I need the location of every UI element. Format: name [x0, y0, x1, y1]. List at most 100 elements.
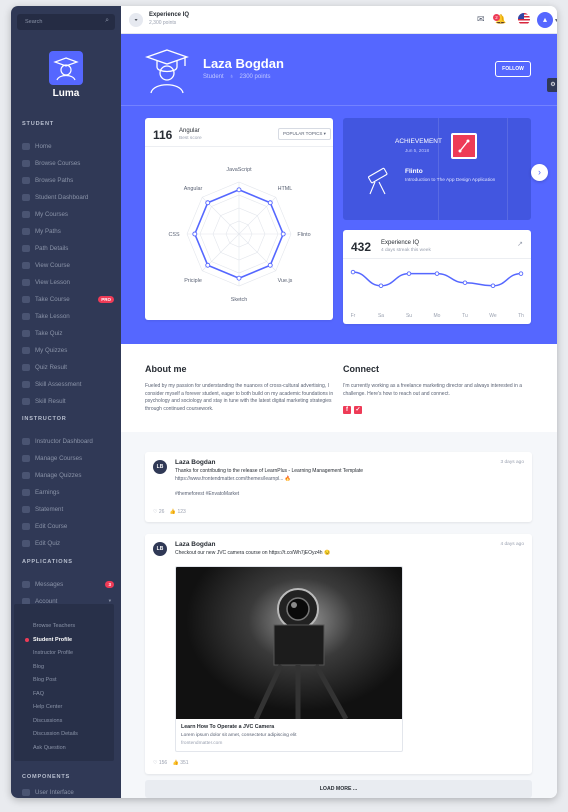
- sidebar-item-edit-course[interactable]: Edit Course: [22, 520, 114, 532]
- iq-score: 432: [351, 240, 372, 254]
- sidebar-item-quiz-result[interactable]: Quiz Result: [22, 361, 114, 373]
- search-input[interactable]: Search ⌕: [17, 14, 115, 30]
- topbar-subtitle: 2,300 points: [149, 20, 177, 26]
- sidebar-item-my-quizzes[interactable]: My Quizzes: [22, 344, 114, 356]
- sidebar-item-student-dashboard[interactable]: Student Dashboard: [22, 191, 114, 203]
- sidebar-item-instructor-dashboard[interactable]: Instructor Dashboard: [22, 435, 114, 447]
- facebook-icon[interactable]: f: [343, 406, 351, 414]
- user-menu-avatar[interactable]: ▴: [537, 12, 553, 28]
- iq-point: [462, 280, 468, 285]
- radar-point: [192, 231, 198, 237]
- sidebar-item-my-courses[interactable]: My Courses: [22, 208, 114, 220]
- post-stats: ♡ 26 👍 123: [153, 509, 186, 515]
- sidebar-subitem-faq[interactable]: FAQ: [33, 691, 44, 697]
- sidebar-item-home[interactable]: Home: [22, 140, 114, 152]
- post-tags[interactable]: #themeforest #EnvatoMarket: [175, 491, 239, 499]
- manage-quizzes-icon: [22, 471, 30, 479]
- edit-course-icon: [22, 522, 30, 530]
- iq-avatar-icon[interactable]: ◒: [129, 13, 143, 27]
- sidebar-item-skill-assessment[interactable]: Skill Assessment: [22, 378, 114, 390]
- notification-count: 2: [493, 14, 500, 21]
- heart-icon[interactable]: ♡: [153, 760, 157, 766]
- sidebar-item-manage-quizzes[interactable]: Manage Quizzes: [22, 469, 114, 481]
- popular-topics-dropdown[interactable]: POPULAR TOPICS ▾: [278, 128, 331, 140]
- divider: [343, 258, 531, 259]
- sidebar-item-edit-quiz[interactable]: Edit Quiz: [22, 537, 114, 549]
- sidebar-subitem-discussions[interactable]: Discussions: [33, 718, 62, 724]
- sidebar-item-manage-courses[interactable]: Manage Courses: [22, 452, 114, 464]
- post-author[interactable]: Laza Bogdan: [175, 459, 215, 466]
- profile-name: Laza Bogdan: [203, 56, 284, 71]
- avatar[interactable]: LB: [153, 542, 167, 556]
- iq-day-label: Sa: [378, 313, 384, 319]
- language-flag-icon[interactable]: [518, 13, 530, 25]
- sidebar-item-view-course[interactable]: View Course: [22, 259, 114, 271]
- activity-feed: LB Laza Bogdan 3 days ago Thanks for con…: [121, 432, 557, 798]
- iq-day-label: Mo: [434, 313, 441, 319]
- follow-button[interactable]: FOLLOW: [495, 61, 531, 77]
- sidebar-subitem-browse-teachers[interactable]: Browse Teachers: [33, 623, 75, 629]
- brand-name: Luma: [52, 88, 80, 99]
- profile-meta: Student ♁ 2300 points: [203, 74, 271, 80]
- telescope-icon: [368, 167, 388, 195]
- ui-icon: [22, 788, 30, 796]
- gear-icon[interactable]: ⚙: [547, 78, 557, 92]
- sidebar-subitem-blog-post[interactable]: Blog Post: [33, 677, 57, 683]
- graduate-icon: [53, 57, 79, 81]
- sidebar-subitem-discussion-details[interactable]: Discussion Details: [33, 731, 78, 737]
- sidebar-item-user-interface[interactable]: User Interface: [22, 786, 114, 798]
- mail-icon[interactable]: ✉: [477, 14, 485, 25]
- load-more-button[interactable]: LOAD MORE ...: [145, 780, 532, 798]
- sidebar-item-my-paths[interactable]: My Paths: [22, 225, 114, 237]
- chevron-right-icon[interactable]: ›: [531, 164, 548, 181]
- home-icon: [22, 142, 30, 150]
- iq-point: [378, 283, 384, 289]
- my-paths-icon: [22, 227, 30, 235]
- like-count: 156: [158, 760, 168, 766]
- sidebar-item-path-details[interactable]: Path Details: [22, 242, 114, 254]
- sidebar-subitem-ask-question[interactable]: Ask Question: [33, 745, 66, 751]
- profile-role: Student: [203, 74, 224, 80]
- iq-day-label: Fr: [351, 313, 356, 319]
- app-window: Search ⌕ Luma STUDENT Home Browse Courses…: [11, 6, 557, 798]
- thumbs-up-icon[interactable]: 👍: [173, 760, 179, 766]
- topbar-title: Experience IQ: [149, 12, 190, 18]
- iq-point: [434, 271, 440, 276]
- sidebar-item-take-course[interactable]: Take Course PRO: [22, 293, 114, 305]
- avatar[interactable]: LB: [153, 460, 167, 474]
- radar-point: [236, 187, 242, 193]
- sidebar-item-view-lesson[interactable]: View Lesson: [22, 276, 114, 288]
- sidebar-item-label: Student Dashboard: [35, 193, 89, 201]
- sidebar-subitem-blog[interactable]: Blog: [33, 664, 44, 670]
- thumbs-up-icon[interactable]: 👍: [170, 509, 176, 515]
- post-link[interactable]: https://www.frontendmatter.com/themes/le…: [175, 476, 291, 484]
- sidebar-item-take-lesson[interactable]: Take Lesson: [22, 310, 114, 322]
- brand-logo[interactable]: [49, 51, 83, 85]
- sidebar-item-skill-result[interactable]: Skill Result: [22, 395, 114, 407]
- points-icon: ♁: [229, 74, 234, 80]
- media-title: Learn How To Operate a JVC Camera: [181, 724, 275, 730]
- heart-icon[interactable]: ♡: [153, 509, 157, 515]
- sidebar-item-take-quiz[interactable]: Take Quiz: [22, 327, 114, 339]
- media-desc: Lorem ipsum dolor sit amet, consectetur …: [181, 733, 297, 738]
- sidebar-item-browse-courses[interactable]: Browse Courses: [22, 157, 114, 169]
- twitter-icon[interactable]: ✓: [354, 406, 362, 414]
- sidebar-item-earnings[interactable]: Earnings: [22, 486, 114, 498]
- post-author[interactable]: Laza Bogdan: [175, 541, 215, 548]
- sidebar-item-label: Skill Result: [35, 397, 66, 405]
- sidebar-item-statement[interactable]: Statement: [22, 503, 114, 515]
- profile-hero: Laza Bogdan Student ♁ 2300 points FOLLOW…: [121, 34, 557, 344]
- sidebar-item-messages[interactable]: Messages 3: [22, 578, 114, 590]
- chevron-down-icon[interactable]: ▾: [555, 17, 557, 24]
- iq-title: Experience IQ: [381, 240, 420, 246]
- media-card[interactable]: Learn How To Operate a JVC Camera Lorem …: [175, 566, 403, 752]
- messages-badge: 3: [105, 580, 114, 588]
- sidebar-item-label: Browse Paths: [35, 176, 74, 184]
- iq-point: [406, 271, 412, 276]
- sidebar-item-browse-paths[interactable]: Browse Paths: [22, 174, 114, 186]
- sidebar-subitem-help-center[interactable]: Help Center: [33, 704, 62, 710]
- sidebar-subitem-instructor-profile[interactable]: Instructor Profile: [33, 650, 73, 656]
- take-lesson-icon: [22, 312, 30, 320]
- iq-point: [518, 271, 524, 276]
- sidebar-subitem-student-profile[interactable]: Student Profile: [33, 637, 72, 643]
